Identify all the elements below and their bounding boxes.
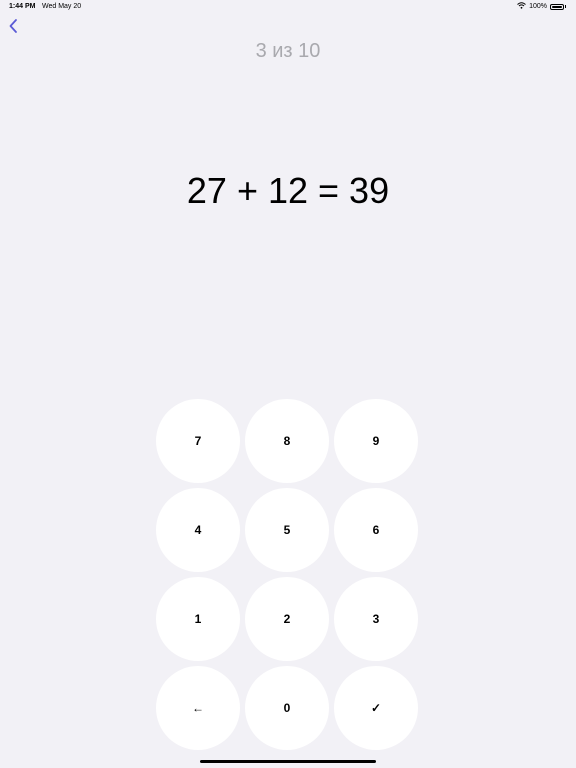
status-bar: 1:44 PM Wed May 20 100%: [0, 0, 576, 14]
wifi-icon: [517, 2, 526, 11]
status-indicators: 100%: [517, 2, 566, 11]
key-8[interactable]: 8: [245, 399, 329, 483]
key-0[interactable]: 0: [245, 666, 329, 750]
chevron-left-icon: [8, 18, 18, 39]
key-5[interactable]: 5: [245, 488, 329, 572]
key-3[interactable]: 3: [334, 577, 418, 661]
progress-title: 3 из 10: [255, 40, 321, 62]
key-6[interactable]: 6: [334, 488, 418, 572]
key-1[interactable]: 1: [156, 577, 240, 661]
key-4[interactable]: 4: [156, 488, 240, 572]
key-2[interactable]: 2: [245, 577, 329, 661]
app-screen: 1:44 PM Wed May 20 100% 3 из 10 27 + 12 …: [0, 0, 576, 768]
battery-percent: 100%: [529, 3, 547, 10]
status-time: 1:44 PM: [9, 3, 36, 10]
status-date: Wed May 20: [42, 3, 82, 10]
back-button[interactable]: [4, 18, 22, 38]
backspace-button[interactable]: ←: [156, 666, 240, 750]
number-keypad: 7 8 9 4 5 6 1 2 3 ← 0 ✓: [156, 399, 420, 750]
key-9[interactable]: 9: [334, 399, 418, 483]
home-indicator[interactable]: [200, 760, 376, 763]
battery-level-fill: [552, 5, 562, 8]
key-7[interactable]: 7: [156, 399, 240, 483]
battery-tip: [565, 5, 566, 8]
equation-display: 27 + 12 = 39: [186, 170, 390, 211]
submit-button[interactable]: ✓: [334, 666, 418, 750]
battery-icon: [550, 3, 564, 10]
